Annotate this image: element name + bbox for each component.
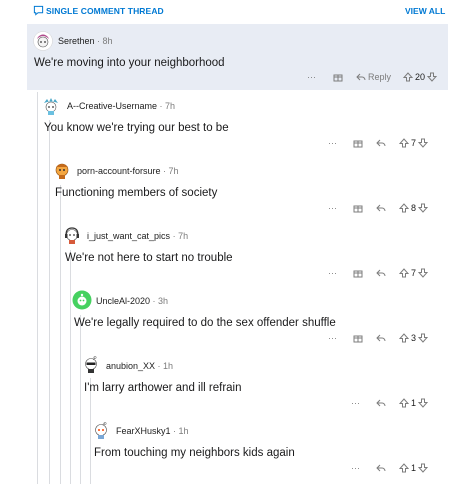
comment-actions: ··· 1: [351, 396, 429, 410]
vote-score: 20: [415, 72, 426, 82]
more-options-icon[interactable]: ···: [351, 463, 363, 473]
upvote-icon[interactable]: [399, 203, 409, 213]
comment-author[interactable]: UncleAl-2020 · 3h: [96, 296, 168, 306]
comment-actions: ··· 1: [351, 461, 429, 475]
comment-body: We're legally required to do the sex off…: [74, 317, 336, 329]
vote-score: 7: [411, 138, 417, 148]
reply-arrow-icon[interactable]: [376, 463, 386, 473]
downvote-icon[interactable]: [418, 138, 429, 148]
thread-rail: [70, 250, 71, 484]
award-icon[interactable]: [353, 268, 363, 278]
award-icon[interactable]: [353, 138, 363, 148]
comment-author[interactable]: anubion_XX · 1h: [106, 361, 173, 371]
downvote-icon[interactable]: [427, 72, 438, 82]
comment-body: Functioning members of society: [55, 187, 218, 199]
more-options-icon[interactable]: ···: [328, 138, 340, 148]
view-all-link[interactable]: VIEW ALL: [405, 6, 445, 16]
snoo-orange-avatar[interactable]: [52, 160, 72, 180]
more-options-icon[interactable]: ···: [307, 72, 319, 82]
comment-body: We're not here to start no trouble: [65, 252, 233, 264]
more-options-icon[interactable]: ···: [328, 268, 340, 278]
snoo-headphones-avatar[interactable]: [62, 225, 82, 245]
upvote-icon[interactable]: [403, 72, 414, 82]
downvote-icon[interactable]: [418, 398, 429, 408]
single-comment-thread-label: SINGLE COMMENT THREAD: [46, 6, 164, 16]
snoo-pink-hair-avatar[interactable]: [33, 31, 53, 51]
comment-author[interactable]: Serethen · 8h: [58, 36, 113, 46]
comment-body: You know we're trying our best to be: [44, 122, 229, 134]
reply-arrow-icon[interactable]: [376, 268, 386, 278]
comment-body: From touching my neighbors kids again: [94, 447, 295, 459]
more-options-icon[interactable]: ···: [328, 203, 340, 213]
vote-score: 1: [411, 398, 417, 408]
comment-author[interactable]: porn-account-forsure · 7h: [77, 166, 179, 176]
comment-actions: ··· Reply 20: [307, 70, 438, 84]
reply-arrow-icon[interactable]: [376, 333, 386, 343]
reply-arrow-icon[interactable]: [356, 72, 366, 82]
upvote-icon[interactable]: [399, 138, 409, 148]
comment-body: I'm larry arthower and ill refrain: [84, 382, 242, 394]
vote-score: 3: [411, 333, 417, 343]
reply-arrow-icon[interactable]: [376, 398, 386, 408]
vote-score: 1: [411, 463, 417, 473]
award-icon[interactable]: [353, 333, 363, 343]
thread-rail: [80, 315, 81, 484]
comment-actions: ··· 7: [328, 266, 429, 280]
snoo-sunglasses-avatar[interactable]: [81, 354, 101, 374]
thread-rail: [37, 92, 38, 484]
comment-author[interactable]: FearXHusky1 · 1h: [116, 426, 189, 436]
upvote-icon[interactable]: [399, 398, 409, 408]
comment-actions: ··· 7: [328, 136, 429, 150]
vote-score: 7: [411, 268, 417, 278]
upvote-icon[interactable]: [399, 463, 409, 473]
award-icon[interactable]: [353, 203, 363, 213]
comment-author[interactable]: i_just_want_cat_pics · 7h: [87, 231, 188, 241]
comment-body: We're moving into your neighborhood: [34, 57, 225, 69]
reply-arrow-icon[interactable]: [376, 138, 386, 148]
thread-rail: [60, 185, 61, 484]
vote-score: 8: [411, 203, 417, 213]
comment-bubble-icon: [33, 5, 44, 16]
reply-button[interactable]: Reply: [368, 72, 391, 82]
downvote-icon[interactable]: [418, 463, 429, 473]
snoo-blue-hair-avatar[interactable]: [41, 96, 61, 116]
downvote-icon[interactable]: [418, 333, 429, 343]
more-options-icon[interactable]: ···: [328, 333, 340, 343]
award-icon[interactable]: [333, 72, 343, 82]
downvote-icon[interactable]: [418, 203, 429, 213]
snoo-avatar[interactable]: [91, 420, 111, 440]
upvote-icon[interactable]: [399, 268, 409, 278]
green-circle-avatar[interactable]: [72, 290, 92, 310]
comment-author[interactable]: A--Creative-Username · 7h: [67, 101, 175, 111]
comment-actions: ··· 3: [328, 331, 429, 345]
thread-rail: [49, 120, 50, 484]
more-options-icon[interactable]: ···: [351, 398, 363, 408]
downvote-icon[interactable]: [418, 268, 429, 278]
upvote-icon[interactable]: [399, 333, 409, 343]
thread-header: SINGLE COMMENT THREAD VIEW ALL: [0, 0, 474, 24]
comment-actions: ··· 8: [328, 201, 429, 215]
reply-arrow-icon[interactable]: [376, 203, 386, 213]
